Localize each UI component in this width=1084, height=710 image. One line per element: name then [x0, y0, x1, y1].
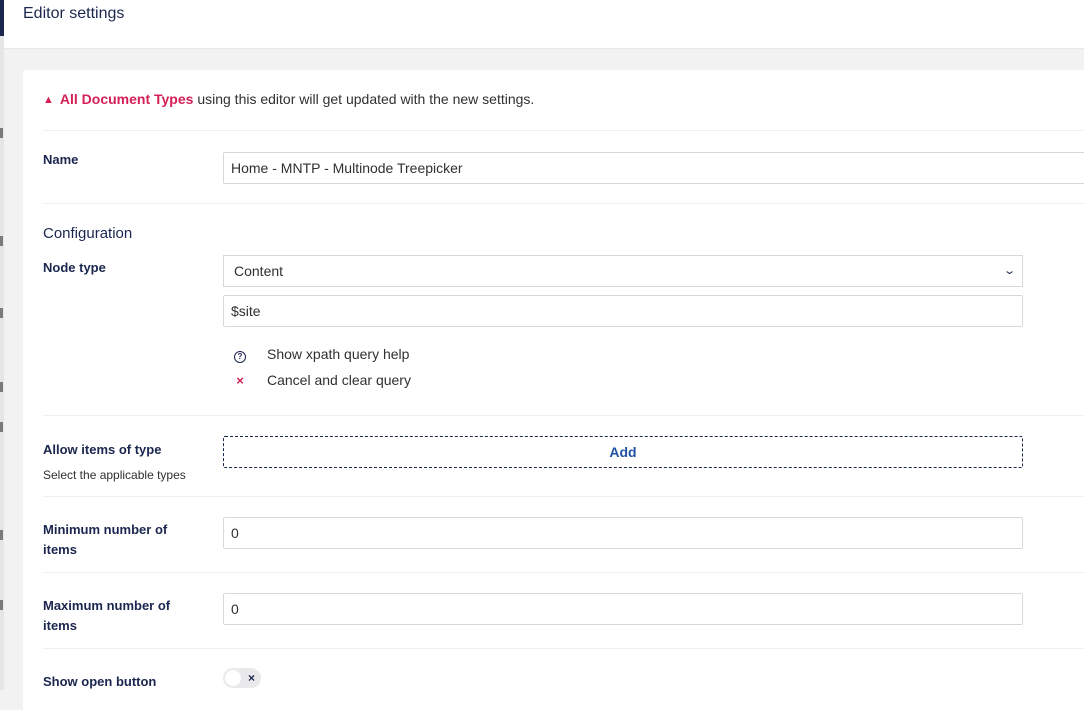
xpath-help-link[interactable]: ? Show xpath query help	[233, 346, 409, 363]
min-items-input[interactable]	[223, 517, 1023, 549]
settings-panel: ▲ All Document Types using this editor wi…	[23, 70, 1084, 710]
show-open-label: Show open button	[43, 674, 157, 689]
divider	[43, 648, 1084, 649]
warning-text: using this editor will get updated with …	[193, 91, 535, 107]
name-label: Name	[43, 152, 79, 167]
max-items-label: Maximum number of items	[43, 598, 171, 633]
close-icon: ×	[236, 373, 244, 388]
node-type-label: Node type	[43, 260, 106, 275]
update-warning: ▲ All Document Types using this editor wi…	[43, 91, 534, 107]
background-app-edge	[0, 0, 4, 690]
editor-header: Editor settings	[4, 0, 1084, 49]
allow-items-description: Select the applicable types	[43, 468, 186, 482]
edge-tick	[0, 236, 3, 246]
divider	[43, 130, 1084, 131]
max-items-input[interactable]	[223, 593, 1023, 625]
cancel-query-label: Cancel and clear query	[267, 372, 411, 388]
edge-tick	[0, 308, 3, 318]
toggle-off-icon: ×	[247, 671, 255, 685]
divider	[43, 496, 1084, 497]
divider	[43, 415, 1084, 416]
edge-tick	[0, 530, 3, 540]
divider	[43, 572, 1084, 573]
help-icon: ?	[233, 346, 247, 363]
min-items-label: Minimum number of items	[43, 522, 168, 557]
cancel-query-link[interactable]: × Cancel and clear query	[233, 372, 411, 388]
show-open-toggle[interactable]: ×	[223, 668, 261, 688]
name-input[interactable]	[223, 152, 1084, 184]
node-type-select[interactable]: Content ⌄	[223, 255, 1023, 287]
warning-highlight: All Document Types	[59, 91, 194, 107]
warning-icon: ▲	[43, 94, 54, 106]
chevron-down-icon: ⌄	[1002, 265, 1016, 277]
edge-tick	[0, 600, 3, 610]
toggle-knob	[225, 670, 241, 686]
node-type-selected: Content	[234, 263, 284, 279]
configuration-title: Configuration	[43, 225, 133, 242]
edge-tick	[0, 128, 3, 138]
xpath-query-input[interactable]	[223, 295, 1023, 327]
divider	[43, 203, 1084, 204]
edge-tick	[0, 422, 3, 432]
allow-items-label: Allow items of type	[43, 442, 162, 457]
add-type-button[interactable]: Add	[223, 436, 1023, 468]
xpath-help-label: Show xpath query help	[267, 346, 410, 362]
page-title: Editor settings	[23, 5, 125, 22]
edge-tick	[0, 382, 3, 392]
